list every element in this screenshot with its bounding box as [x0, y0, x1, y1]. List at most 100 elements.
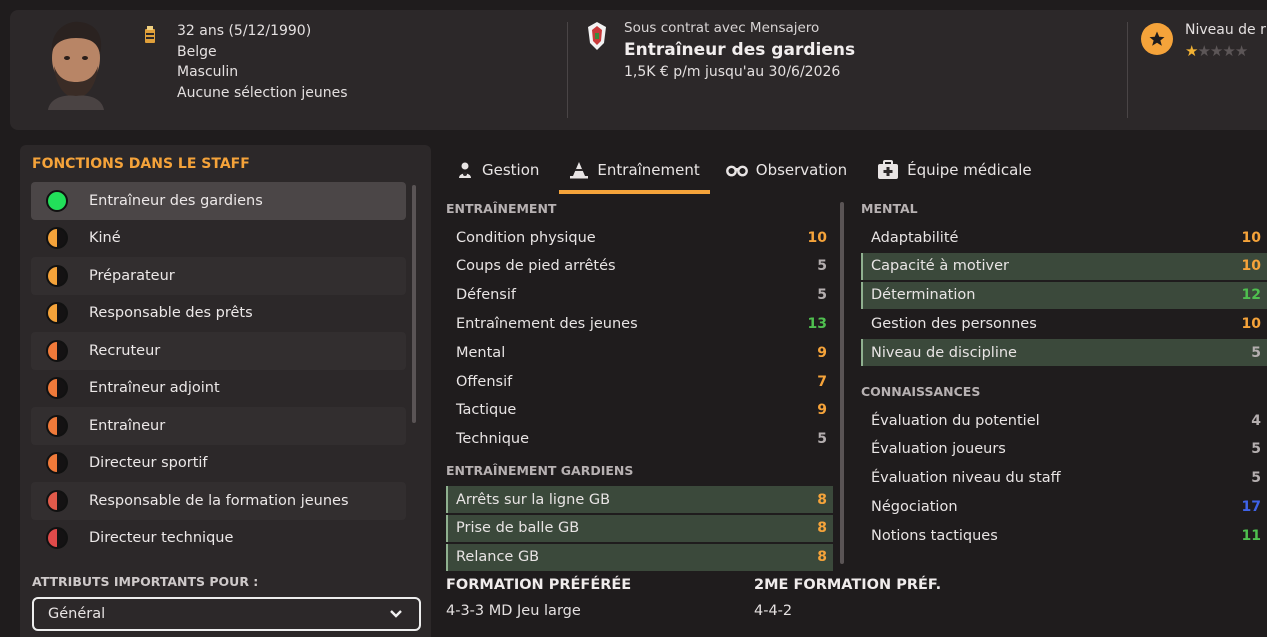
attribute-row[interactable]: Notions tactiques 11 [861, 522, 1267, 549]
attribute-row[interactable]: Défensif 5 [446, 282, 833, 309]
attribute-row[interactable]: Niveau de discipline 5 [861, 339, 1267, 367]
attribute-value: 5 [1251, 441, 1261, 458]
staff-role-item[interactable]: Directeur technique [31, 520, 406, 558]
header-divider [1127, 22, 1128, 118]
staff-role-item[interactable]: Préparateur [31, 257, 406, 295]
attribute-row[interactable]: Technique 5 [446, 426, 833, 453]
attribute-label: Capacité à motiver [871, 258, 1009, 275]
preferred-formation-title: FORMATION PRÉFÉRÉE [446, 577, 632, 593]
role-suitability-icon [46, 452, 68, 475]
important-attributes-label: ATTRIBUTS IMPORTANTS POUR : [32, 574, 259, 589]
attribute-row[interactable]: Tactique 9 [446, 397, 833, 424]
attribute-value: 5 [1251, 344, 1261, 361]
reputation-stars: ★★★★★ [1185, 42, 1248, 60]
chevron-down-icon [390, 610, 402, 618]
staff-role-item[interactable]: Responsable de la formation jeunes [31, 482, 406, 520]
tab-equipe-medicale-label: Équipe médicale [907, 161, 1032, 179]
attribute-label: Notions tactiques [871, 527, 998, 544]
contract-role: Entraîneur des gardiens [624, 40, 856, 60]
section-title-entrainement: ENTRAÎNEMENT [446, 201, 557, 216]
attributes-scrollbar[interactable] [840, 202, 844, 564]
role-suitability-icon [46, 489, 68, 512]
second-formation-title: 2ME FORMATION PRÉF. [754, 577, 942, 593]
staff-list-scrollbar[interactable] [412, 185, 416, 423]
staff-role-item[interactable]: Entraîneur des gardiens [31, 182, 406, 220]
second-formation-value: 4-4-2 [754, 603, 793, 619]
attribute-label: Entraînement des jeunes [456, 315, 638, 332]
tab-observation[interactable]: Observation [716, 150, 857, 190]
reputation-title: Niveau de r [1185, 22, 1266, 38]
attribute-label: Défensif [456, 287, 516, 304]
tab-entrainement[interactable]: Entraînement [559, 150, 711, 194]
attribute-label: Négociation [871, 498, 958, 515]
staff-role-label: Responsable de la formation jeunes [89, 492, 349, 509]
staff-portrait [48, 21, 104, 110]
attribute-row[interactable]: Prise de balle GB 8 [446, 514, 833, 542]
tab-entrainement-label: Entraînement [597, 161, 700, 179]
role-suitability-icon [46, 264, 68, 287]
staff-gender: Masculin [177, 64, 239, 80]
attribute-value: 8 [817, 549, 827, 566]
contract-club[interactable]: Sous contrat avec Mensajero [624, 20, 855, 36]
attribute-value: 5 [1251, 470, 1261, 487]
staff-role-item[interactable]: Recruteur [31, 332, 406, 370]
staff-role-label: Kiné [89, 230, 121, 247]
staff-role-label: Recruteur [89, 342, 161, 359]
important-attributes-dropdown[interactable]: Général [32, 597, 421, 631]
attribute-row[interactable]: Condition physique 10 [446, 224, 833, 251]
attribute-row[interactable]: Adaptabilité 10 [861, 224, 1267, 251]
attribute-row[interactable]: Arrêts sur la ligne GB 8 [446, 486, 833, 513]
attribute-row[interactable]: Négociation 17 [861, 493, 1267, 520]
attribute-value: 7 [817, 373, 827, 390]
attribute-label: Offensif [456, 373, 513, 390]
club-badge-icon[interactable] [587, 21, 607, 51]
reputation-badge [1141, 23, 1173, 55]
staff-role-item[interactable]: Entraîneur adjoint [31, 370, 406, 408]
attribute-value: 5 [817, 431, 827, 448]
staff-header: 32 ans (5/12/1990) Belge Masculin Aucune… [10, 10, 1267, 130]
tab-equipe-medicale[interactable]: Équipe médicale [867, 150, 1042, 190]
attribute-label: Coups de pied arrêtés [456, 258, 616, 275]
attribute-label: Prise de balle GB [456, 520, 580, 537]
attribute-row[interactable]: Coups de pied arrêtés 5 [446, 253, 833, 280]
attribute-label: Évaluation du potentiel [871, 412, 1040, 429]
attribute-row[interactable]: Évaluation joueurs 5 [861, 436, 1267, 463]
staff-role-item[interactable]: Responsable des prêts [31, 295, 406, 333]
staff-role-label: Entraîneur des gardiens [89, 192, 263, 209]
attribute-row[interactable]: Entraînement des jeunes 13 [446, 310, 833, 337]
staff-role-label: Directeur technique [89, 530, 234, 547]
tab-gestion[interactable]: Gestion [446, 150, 549, 190]
role-suitability-icon [46, 189, 68, 212]
header-divider [567, 22, 568, 118]
staff-roles-list: Entraîneur des gardiens Kiné Préparateur Re… [31, 182, 406, 557]
attribute-row[interactable]: Évaluation du potentiel 4 [861, 407, 1267, 434]
attribute-row[interactable]: Relance GB 8 [446, 543, 833, 571]
staff-role-item[interactable]: Kiné [31, 220, 406, 258]
attribute-row[interactable]: Évaluation niveau du staff 5 [861, 465, 1267, 492]
role-suitability-icon [46, 377, 68, 400]
staff-tabs: Gestion Entraînement Observation Équipe … [446, 150, 1042, 195]
staff-role-item[interactable]: Directeur sportif [31, 445, 406, 483]
section-title-gardiens: ENTRAÎNEMENT GARDIENS [446, 463, 634, 478]
staff-role-item[interactable]: Entraîneur [31, 407, 406, 445]
reputation-star-icon: ★ [1185, 42, 1198, 60]
attribute-row[interactable]: Offensif 7 [446, 368, 833, 395]
attribute-label: Tactique [456, 402, 517, 419]
staff-role-label: Entraîneur [89, 417, 166, 434]
binoculars-icon [725, 165, 748, 177]
staff-role-label: Préparateur [89, 267, 175, 284]
attribute-row[interactable]: Détermination 12 [861, 281, 1267, 309]
attribute-row[interactable]: Gestion des personnes 10 [861, 310, 1267, 337]
reputation-star-icon: ★ [1209, 42, 1223, 60]
staff-youth-caps: Aucune sélection jeunes [177, 84, 348, 101]
staff-role-label: Entraîneur adjoint [89, 380, 220, 397]
attribute-row[interactable]: Mental 9 [446, 339, 833, 366]
preferred-formation-value: 4-3-3 MD Jeu large [446, 603, 581, 619]
role-suitability-icon [46, 339, 68, 362]
attribute-value: 8 [817, 520, 827, 537]
attribute-value: 4 [1251, 412, 1261, 429]
medical-kit-icon [878, 160, 899, 179]
attribute-value: 12 [1241, 287, 1261, 304]
tab-gestion-label: Gestion [482, 161, 540, 179]
attribute-row[interactable]: Capacité à motiver 10 [861, 252, 1267, 280]
